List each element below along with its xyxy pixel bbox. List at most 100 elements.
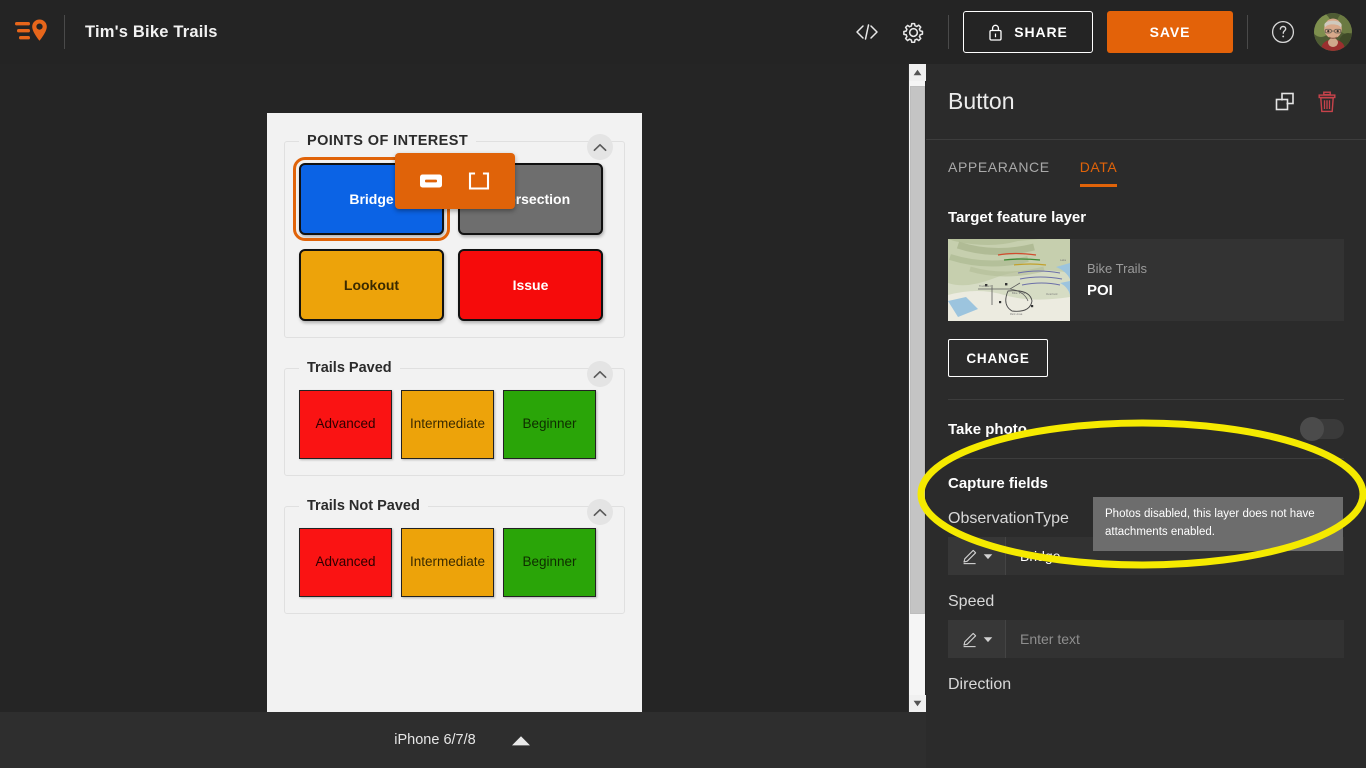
- canvas-area: POINTS OF INTEREST Bridge Intersection Look…: [0, 64, 908, 712]
- preview-section-title: POINTS OF INTEREST: [307, 133, 469, 149]
- preview-button[interactable]: Advanced: [299, 528, 392, 597]
- target-layer-card[interactable]: Trailhead Bike Trails Overlook Park Area…: [948, 239, 1344, 321]
- svg-text:Bike Trails: Bike Trails: [1012, 291, 1026, 295]
- device-selector-label: iPhone 6/7/8: [394, 732, 476, 748]
- preview-section: Trails Not Paved Advanced Intermediate Begi…: [284, 498, 625, 614]
- preview-button-label: Beginner: [522, 554, 577, 570]
- app-logo[interactable]: [0, 0, 64, 64]
- preview-button-label: Lookout: [343, 276, 400, 293]
- avatar[interactable]: [1314, 13, 1352, 51]
- panel-tabs: APPEARANCE DATA: [926, 140, 1366, 187]
- scroll-up-button[interactable]: [909, 64, 926, 81]
- trails-menu-pin-icon: [15, 19, 47, 41]
- section-collapse-button[interactable]: [587, 361, 613, 387]
- capture-fields-label: Capture fields: [948, 475, 1049, 492]
- panel-scrollbar[interactable]: [1362, 64, 1366, 768]
- canvas-scrollbar[interactable]: [908, 64, 926, 712]
- settings-button[interactable]: [892, 11, 934, 53]
- caret-up-icon: [511, 735, 530, 745]
- section-collapse-button[interactable]: [587, 134, 613, 160]
- delete-button[interactable]: [1310, 85, 1344, 119]
- preview-section-title: Trails Not Paved: [307, 498, 420, 514]
- divider: [64, 15, 65, 49]
- preview-button-grid: Advanced Intermediate Beginner: [299, 390, 610, 459]
- user-avatar: [1314, 13, 1352, 51]
- change-layer-button-label: CHANGE: [966, 350, 1030, 366]
- scroll-down-button[interactable]: [909, 695, 926, 712]
- tab-appearance[interactable]: APPEARANCE: [948, 159, 1050, 187]
- preview-button[interactable]: Intermediate: [401, 390, 494, 459]
- change-layer-button[interactable]: CHANGE: [948, 339, 1048, 377]
- lock-icon: [989, 24, 1002, 41]
- divider: [1247, 15, 1248, 49]
- save-button-label: SAVE: [1149, 24, 1191, 40]
- chevron-up-icon: [593, 143, 607, 151]
- preview-button-label: Beginner: [522, 416, 577, 432]
- pencil-icon: [962, 632, 976, 647]
- svg-text:Park Area: Park Area: [1010, 312, 1023, 316]
- code-view-button[interactable]: [846, 11, 888, 53]
- panel-body: Target feature layer Trailhead Bike Trai…: [926, 187, 1366, 694]
- duplicate-button[interactable]: [1268, 85, 1302, 119]
- preview-button-label: Issue: [512, 276, 549, 293]
- help-button[interactable]: [1262, 11, 1304, 53]
- field-input-placeholder[interactable]: Enter text: [1006, 620, 1344, 658]
- map-thumbnail-image: Trailhead Bike Trails Overlook Park Area…: [948, 239, 1070, 321]
- gear-icon: [902, 22, 923, 43]
- save-button[interactable]: SAVE: [1107, 11, 1233, 53]
- caret-down-icon: [983, 636, 992, 642]
- top-bar: Tim's Bike Trails SHARE SAVE: [0, 0, 1366, 64]
- caret-down-icon: [983, 553, 992, 559]
- canvas-scrollbar-thumb[interactable]: [910, 86, 925, 614]
- target-layer-section-label: Target feature layer: [948, 209, 1087, 226]
- share-button-label: SHARE: [1014, 24, 1068, 40]
- layer-name: Bike Trails: [1087, 261, 1147, 276]
- preview-button[interactable]: Beginner: [503, 528, 596, 597]
- panel-title: Button: [948, 88, 1015, 114]
- preview-button[interactable]: Beginner: [503, 390, 596, 459]
- pencil-icon: [962, 549, 976, 564]
- preview-button-label: Advanced: [315, 554, 376, 570]
- take-photo-label: Take photo: [948, 420, 1027, 438]
- divider: [948, 458, 1344, 459]
- group-widget-tool[interactable]: [466, 168, 492, 194]
- preview-button-label: Bridge: [349, 190, 394, 207]
- code-brackets-icon: [856, 24, 878, 40]
- scroll-up-arrow-icon: [913, 69, 922, 76]
- field-label: Direction: [948, 676, 1012, 693]
- properties-panel: Button APPEARANCE DATA Target feature lay…: [926, 64, 1366, 768]
- divider: [948, 15, 949, 49]
- toggle-switch-off: [1300, 417, 1324, 441]
- photos-disabled-tooltip: Photos disabled, this layer does not hav…: [1093, 497, 1343, 551]
- page-title: Tim's Bike Trails: [85, 22, 218, 41]
- chevron-up-icon: [593, 370, 607, 378]
- tab-data[interactable]: DATA: [1079, 159, 1118, 187]
- preview-button-grid: Advanced Intermediate Beginner: [299, 528, 610, 597]
- take-photo-toggle[interactable]: [1300, 417, 1344, 441]
- preview-button[interactable]: Advanced: [299, 390, 392, 459]
- take-photo-row: Take photo: [948, 400, 1344, 458]
- field-row: Enter text: [948, 620, 1344, 658]
- section-collapse-button[interactable]: [587, 499, 613, 525]
- device-selector-toggle[interactable]: [510, 734, 532, 747]
- preview-button[interactable]: Issue: [458, 249, 603, 321]
- question-circle-icon: [1271, 20, 1295, 44]
- scroll-down-arrow-icon: [913, 700, 922, 707]
- sublayer-name: POI: [1087, 282, 1113, 299]
- field-label: Speed: [948, 593, 995, 610]
- field-type-selector[interactable]: [948, 620, 1006, 658]
- trash-icon: [1318, 91, 1336, 112]
- button-widget-icon: [420, 174, 442, 188]
- svg-text:Overlook: Overlook: [1046, 292, 1058, 296]
- preview-button[interactable]: Lookout: [299, 249, 444, 321]
- svg-text:Trailhead: Trailhead: [979, 284, 991, 288]
- target-layer-text: Bike Trails POI: [1070, 239, 1344, 321]
- share-button[interactable]: SHARE: [963, 11, 1093, 53]
- chevron-up-icon: [593, 508, 607, 516]
- field-type-selector[interactable]: [948, 537, 1006, 575]
- preview-button[interactable]: Intermediate: [401, 528, 494, 597]
- panel-header: Button: [926, 64, 1366, 140]
- preview-section: Trails Paved Advanced Intermediate Beginner: [284, 360, 625, 476]
- svg-text:Lake: Lake: [1060, 258, 1066, 262]
- button-widget-tool[interactable]: [418, 168, 444, 194]
